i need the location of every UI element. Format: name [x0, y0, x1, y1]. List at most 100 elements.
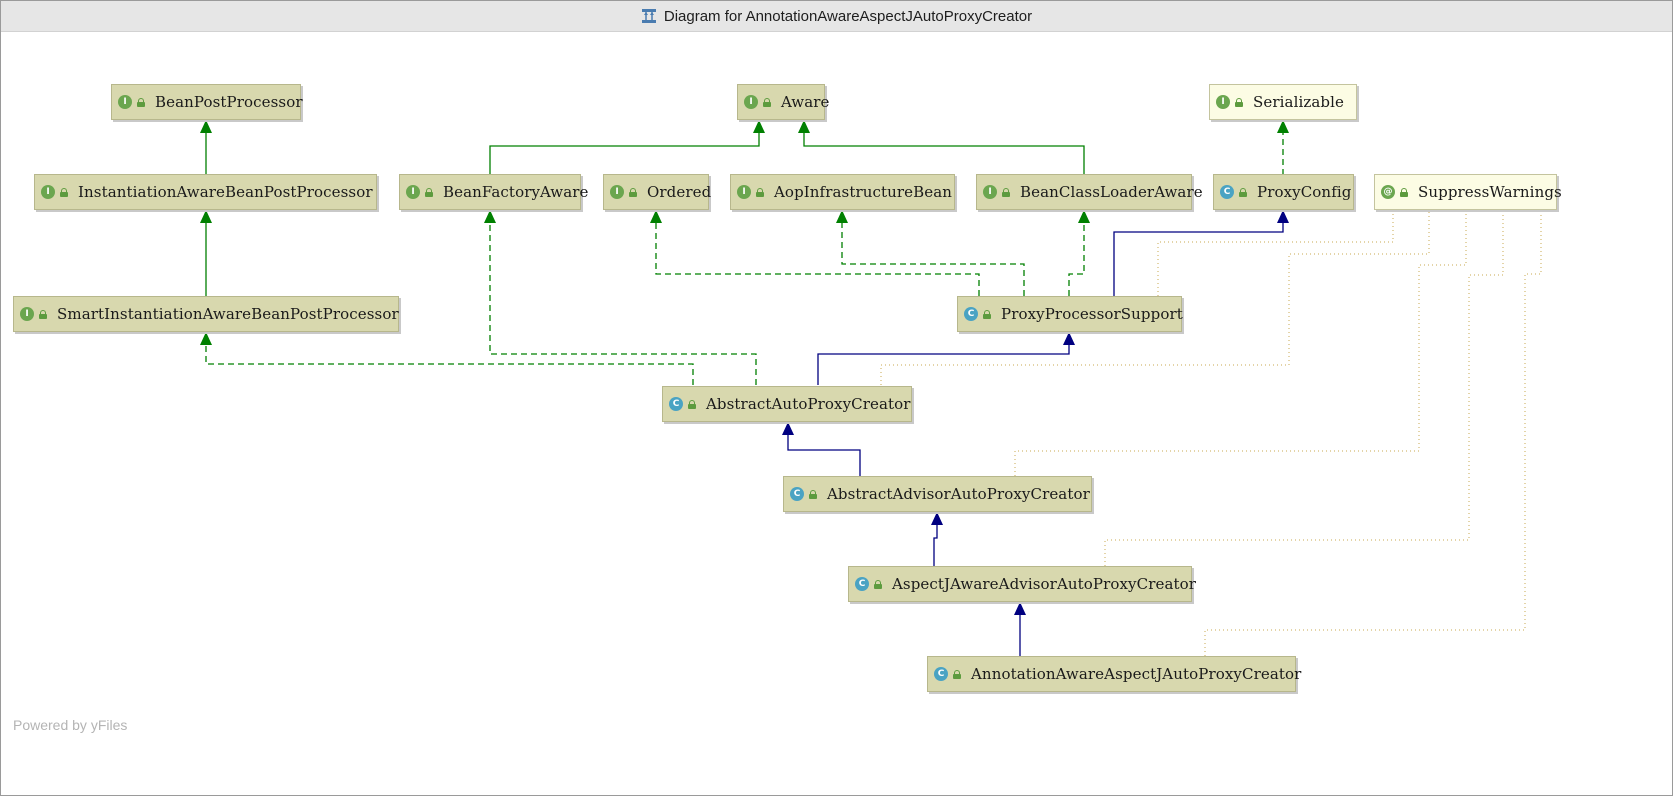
class-diagram-icon	[641, 8, 657, 24]
node-suppress-warnings[interactable]: @ SuppressWarnings	[1374, 174, 1562, 210]
edge-ajaapc-aaapc	[933, 524, 938, 566]
public-lock-icon	[808, 489, 818, 499]
node-bean-factory-aware[interactable]: I BeanFactoryAware	[399, 174, 588, 210]
interface-icon: I	[737, 185, 751, 199]
node-label: AopInfrastructureBean	[774, 183, 953, 201]
node-label: BeanFactoryAware	[443, 183, 589, 201]
arrowhead	[200, 210, 212, 223]
public-lock-icon	[982, 309, 992, 319]
public-lock-icon	[1001, 187, 1011, 197]
public-lock-icon	[873, 579, 883, 589]
edge-aapc-bfa	[489, 222, 757, 385]
powered-by-footer: Powered by yFiles	[13, 717, 128, 733]
arrowhead	[1277, 120, 1289, 133]
class-icon: C	[964, 307, 978, 321]
class-icon: C	[855, 577, 869, 591]
arrowhead	[753, 120, 765, 133]
node-label: BeanPostProcessor	[155, 93, 303, 111]
arrowhead	[782, 422, 794, 435]
interface-icon: I	[610, 185, 624, 199]
edge-pps-ordered	[655, 222, 980, 296]
node-label: AnnotationAwareAspectJAutoProxyCreator	[971, 665, 1302, 683]
interface-icon: I	[406, 185, 420, 199]
node-label: Aware	[781, 93, 830, 111]
node-label: SmartInstantiationAwareBeanPostProcessor	[57, 305, 399, 323]
arrowhead	[1078, 210, 1090, 223]
public-lock-icon	[755, 187, 765, 197]
interface-icon: I	[118, 95, 132, 109]
arrowhead	[1014, 602, 1026, 615]
node-label: ProxyConfig	[1257, 183, 1352, 201]
edge-pps-proxyconfig	[1113, 222, 1284, 296]
interface-icon: I	[744, 95, 758, 109]
node-bean-post-processor[interactable]: I BeanPostProcessor	[111, 84, 303, 120]
node-aware[interactable]: I Aware	[737, 84, 829, 120]
node-label: Serializable	[1253, 93, 1344, 111]
node-label: AspectJAwareAdvisorAutoProxyCreator	[892, 575, 1197, 593]
edge-aapc-siabpp	[205, 344, 694, 385]
implements-edges	[205, 132, 1284, 385]
public-lock-icon	[1238, 187, 1248, 197]
diagram-canvas[interactable]: I BeanPostProcessor I Aware I Serializab…	[1, 32, 1672, 795]
arrowhead	[200, 332, 212, 345]
node-aspectj-aware-advisor-auto-proxy-creator[interactable]: C AspectJAwareAdvisorAutoProxyCreator	[848, 566, 1196, 602]
window-title: Diagram for AnnotationAwareAspectJAutoPr…	[663, 7, 1033, 25]
edge-aaapc-suppresswarnings	[1014, 211, 1467, 476]
public-lock-icon	[762, 97, 772, 107]
node-abstract-advisor-auto-proxy-creator[interactable]: C AbstractAdvisorAutoProxyCreator	[783, 476, 1092, 512]
node-instantiation-aware-bean-post-processor[interactable]: I InstantiationAwareBeanPostProcessor	[34, 174, 377, 210]
interface-icon: I	[983, 185, 997, 199]
node-label: InstantiationAwareBeanPostProcessor	[78, 183, 373, 201]
node-bean-class-loader-aware[interactable]: I BeanClassLoaderAware	[976, 174, 1203, 210]
class-icon: C	[934, 667, 948, 681]
public-lock-icon	[136, 97, 146, 107]
node-label: SuppressWarnings	[1418, 183, 1562, 201]
public-lock-icon	[59, 187, 69, 197]
edge-anajapc-suppresswarnings	[1204, 211, 1542, 656]
node-proxy-processor-support[interactable]: C ProxyProcessorSupport	[957, 296, 1183, 332]
node-label: AbstractAutoProxyCreator	[706, 395, 911, 413]
title-bar: Diagram for AnnotationAwareAspectJAutoPr…	[1, 1, 1672, 32]
node-label: ProxyProcessorSupport	[1001, 305, 1183, 323]
node-annotation-aware-aspectj-auto-proxy-creator[interactable]: C AnnotationAwareAspectJAutoProxyCreator	[927, 656, 1301, 692]
edge-bfa-aware	[489, 132, 760, 175]
public-lock-icon	[38, 309, 48, 319]
arrowhead	[650, 210, 662, 223]
interface-icon: I	[1216, 95, 1230, 109]
public-lock-icon	[952, 669, 962, 679]
public-lock-icon	[1234, 97, 1244, 107]
node-aop-infrastructure-bean[interactable]: I AopInfrastructureBean	[730, 174, 955, 210]
arrowhead	[200, 120, 212, 133]
edge-pps-suppresswarnings	[1157, 211, 1394, 296]
edge-pps-bcla	[1068, 222, 1085, 296]
annotation-icon: @	[1381, 185, 1395, 199]
interface-icon: I	[20, 307, 34, 321]
node-label: BeanClassLoaderAware	[1020, 183, 1203, 201]
node-abstract-auto-proxy-creator[interactable]: C AbstractAutoProxyCreator	[662, 386, 912, 422]
public-lock-icon	[424, 187, 434, 197]
arrowhead	[1063, 332, 1075, 345]
node-serializable[interactable]: I Serializable	[1209, 84, 1357, 120]
arrowhead	[836, 210, 848, 223]
arrowhead	[798, 120, 810, 133]
edge-bcla-aware	[803, 132, 1085, 175]
edge-aaapc-aapc	[787, 434, 861, 476]
class-icon: C	[669, 397, 683, 411]
node-label: Ordered	[647, 183, 712, 201]
node-proxy-config[interactable]: C ProxyConfig	[1213, 174, 1354, 210]
arrowhead	[931, 512, 943, 525]
edge-ajaapc-suppresswarnings	[1104, 211, 1504, 566]
arrowhead	[1277, 210, 1289, 223]
node-smart-instantiation-aware-bean-post-processor[interactable]: I SmartInstantiationAwareBeanPostProcess…	[13, 296, 399, 332]
node-ordered[interactable]: I Ordered	[603, 174, 712, 210]
public-lock-icon	[687, 399, 697, 409]
public-lock-icon	[628, 187, 638, 197]
edge-pps-aop	[841, 222, 1025, 296]
arrowhead	[484, 210, 496, 223]
node-label: AbstractAdvisorAutoProxyCreator	[827, 485, 1090, 503]
diagram-window: Diagram for AnnotationAwareAspectJAutoPr…	[0, 0, 1673, 796]
edge-aapc-pps	[817, 344, 1070, 385]
interface-extension-edges	[205, 132, 1085, 296]
interface-icon: I	[41, 185, 55, 199]
class-icon: C	[1220, 185, 1234, 199]
